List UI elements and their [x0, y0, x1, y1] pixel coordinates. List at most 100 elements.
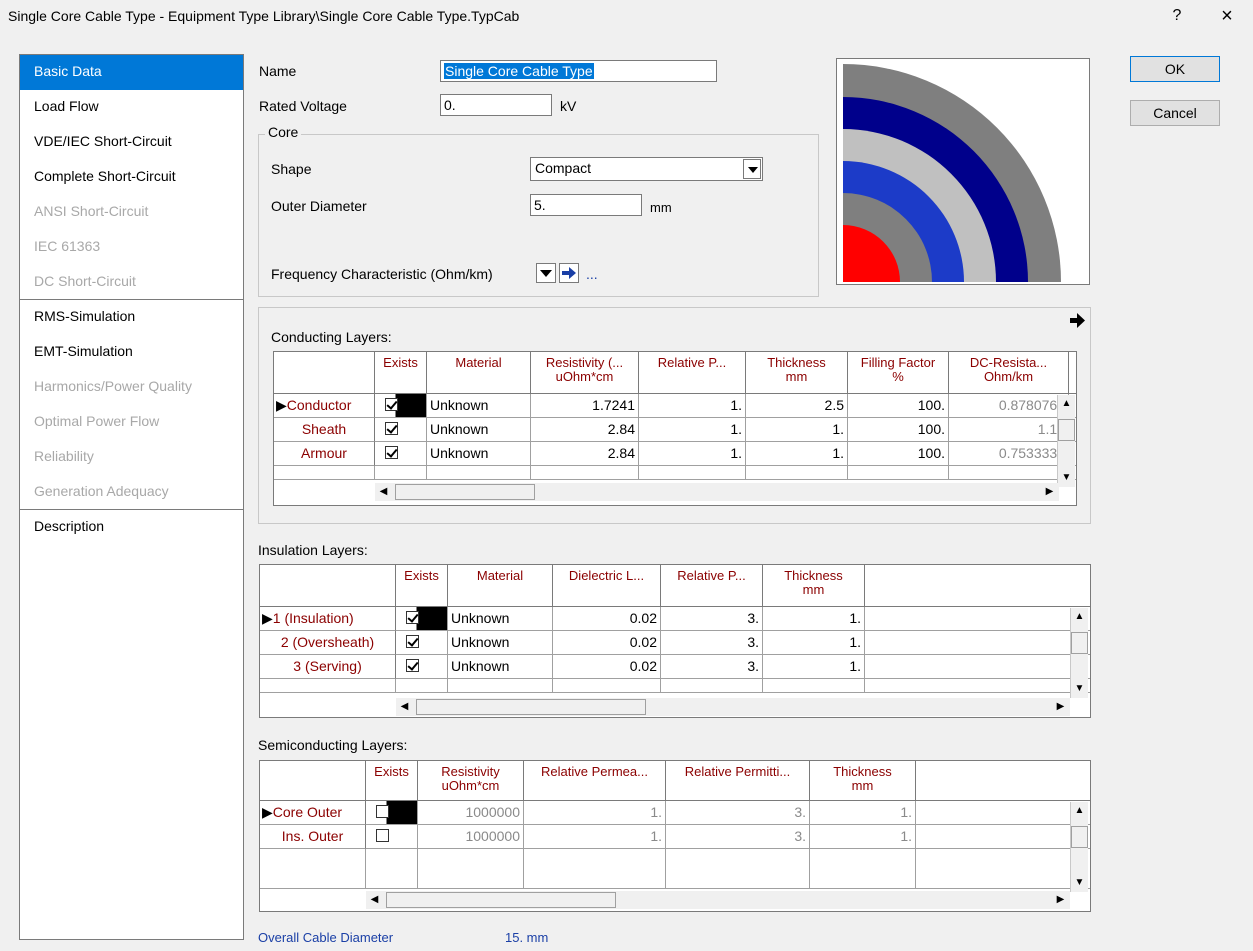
row-header[interactable]: 2 (Oversheath)	[260, 631, 396, 655]
table-cell[interactable]: 1.	[763, 655, 865, 679]
table-cell[interactable]: 3.	[661, 631, 763, 655]
scroll-left-icon[interactable]: ◀	[375, 483, 392, 500]
table-cell[interactable]: 1.	[810, 801, 916, 825]
table-cell[interactable]: 1.	[763, 631, 865, 655]
scroll-right-icon[interactable]: ▶	[1052, 891, 1069, 908]
exists-cell[interactable]	[366, 825, 418, 849]
column-header[interactable]: Exists	[366, 761, 418, 801]
exists-cell[interactable]	[375, 394, 427, 418]
table-cell[interactable]: 1.	[763, 607, 865, 631]
insulation-layers-table[interactable]: Exists Material Dielectric L... Relative P.…	[259, 564, 1091, 718]
table-cell[interactable]: 1.	[746, 442, 848, 466]
scroll-down-icon[interactable]: ▼	[1058, 469, 1075, 486]
nav-item[interactable]: Optimal Power Flow	[20, 405, 243, 440]
table-cell[interactable]: 0.8780769	[949, 394, 1069, 418]
nav-item[interactable]: Reliability	[20, 440, 243, 475]
nav-item[interactable]: IEC 61363	[20, 230, 243, 265]
nav-item[interactable]: EMT-Simulation	[20, 335, 243, 370]
column-header[interactable]: Relative P...	[661, 565, 763, 607]
vertical-scrollbar[interactable]: ▲ ▼	[1057, 395, 1075, 487]
table-cell[interactable]: 1.	[639, 394, 746, 418]
table-cell[interactable]: 3.	[666, 801, 810, 825]
column-header[interactable]: T	[1069, 352, 1076, 394]
outer-diameter-field[interactable]: 5.	[530, 194, 642, 216]
table-cell[interactable]: Unknown	[448, 655, 553, 679]
scroll-down-icon[interactable]: ▼	[1071, 680, 1088, 697]
table-cell[interactable]	[916, 825, 1090, 849]
nav-item[interactable]: Basic Data	[20, 55, 243, 90]
rated-voltage-field[interactable]: 0.	[440, 94, 552, 116]
table-cell[interactable]: Unknown	[427, 418, 531, 442]
column-header[interactable]: Resistivity (... uOhm*cm	[531, 352, 639, 394]
table-cell[interactable]: 1.13	[949, 418, 1069, 442]
conducting-layers-table[interactable]: Exists Material Resistivity (... uOhm*cm Re…	[273, 351, 1077, 506]
exists-checkbox[interactable]	[406, 611, 419, 624]
row-header[interactable]: ▶1 (Insulation)	[260, 607, 396, 631]
scroll-thumb[interactable]	[1071, 632, 1088, 654]
exists-checkbox[interactable]	[385, 398, 398, 411]
column-header[interactable]: Exists	[396, 565, 448, 607]
scroll-thumb[interactable]	[416, 699, 646, 715]
table-cell[interactable]: 2.84	[531, 442, 639, 466]
table-cell[interactable]: 100.	[848, 442, 949, 466]
export-arrow-icon[interactable]	[1067, 310, 1087, 330]
exists-cell[interactable]	[396, 631, 448, 655]
table-cell[interactable]: 3.	[661, 655, 763, 679]
row-header[interactable]: Sheath	[274, 418, 375, 442]
row-header[interactable]: ▶Core Outer	[260, 801, 366, 825]
table-cell[interactable]	[865, 655, 1090, 679]
freq-dropdown-button[interactable]	[536, 263, 556, 283]
scroll-thumb[interactable]	[386, 892, 616, 908]
column-header[interactable]: Thickness mm	[746, 352, 848, 394]
column-header[interactable]: Relative Permitti...	[666, 761, 810, 801]
nav-item[interactable]: RMS-Simulation	[20, 300, 243, 335]
chevron-down-icon[interactable]	[743, 159, 761, 179]
exists-checkbox[interactable]	[385, 422, 398, 435]
scroll-right-icon[interactable]: ▶	[1052, 698, 1069, 715]
table-cell[interactable]: 2.5	[746, 394, 848, 418]
nav-item[interactable]: Load Flow	[20, 90, 243, 125]
help-icon[interactable]: ?	[1162, 4, 1192, 28]
table-cell[interactable]: 3.	[661, 607, 763, 631]
table-cell[interactable]: 1.7241	[531, 394, 639, 418]
column-header[interactable]: Filling Factor %	[848, 352, 949, 394]
table-cell[interactable]: 1000000	[418, 801, 524, 825]
horizontal-scrollbar[interactable]: ◀ ▶	[396, 698, 1070, 716]
freq-more-link[interactable]: ...	[586, 266, 598, 282]
table-cell[interactable]: 1.	[524, 801, 666, 825]
exists-checkbox[interactable]	[376, 805, 389, 818]
table-cell[interactable]: Unknown	[448, 607, 553, 631]
table-cell[interactable]: 0.7533334	[949, 442, 1069, 466]
table-cell[interactable]	[865, 631, 1090, 655]
exists-checkbox[interactable]	[385, 446, 398, 459]
exists-cell[interactable]	[396, 607, 448, 631]
table-cell[interactable]: 1.	[810, 825, 916, 849]
scroll-thumb[interactable]	[1058, 419, 1075, 441]
horizontal-scrollbar[interactable]: ◀ ▶	[375, 483, 1059, 501]
column-header[interactable]: Dielectric L...	[553, 565, 661, 607]
table-cell[interactable]: 3.	[666, 825, 810, 849]
scroll-up-icon[interactable]: ▲	[1071, 802, 1088, 819]
vertical-scrollbar[interactable]: ▲ ▼	[1070, 802, 1088, 892]
column-header[interactable]: Exists	[375, 352, 427, 394]
column-header[interactable]: Material	[448, 565, 553, 607]
scroll-up-icon[interactable]: ▲	[1058, 395, 1075, 412]
scroll-down-icon[interactable]: ▼	[1071, 874, 1088, 891]
nav-item[interactable]: DC Short-Circuit	[20, 265, 243, 300]
cancel-button[interactable]: Cancel	[1130, 100, 1220, 126]
table-cell[interactable]: 1.	[746, 418, 848, 442]
table-cell[interactable]: 0.02	[553, 607, 661, 631]
table-cell[interactable]	[916, 801, 1090, 825]
nav-item[interactable]: Description	[20, 510, 243, 545]
scroll-left-icon[interactable]: ◀	[366, 891, 383, 908]
table-cell[interactable]: 1.	[639, 418, 746, 442]
name-field[interactable]: Single Core Cable Type	[440, 60, 717, 82]
nav-item[interactable]: Harmonics/Power Quality	[20, 370, 243, 405]
row-header[interactable]: 3 (Serving)	[260, 655, 396, 679]
column-header[interactable]: Resistivity uOhm*cm	[418, 761, 524, 801]
table-cell[interactable]: 2.84	[531, 418, 639, 442]
exists-cell[interactable]	[396, 655, 448, 679]
column-header[interactable]: Material	[427, 352, 531, 394]
freq-jump-button[interactable]	[559, 263, 579, 283]
semiconducting-layers-table[interactable]: Exists Resistivity uOhm*cm Relative Permea…	[259, 760, 1091, 912]
